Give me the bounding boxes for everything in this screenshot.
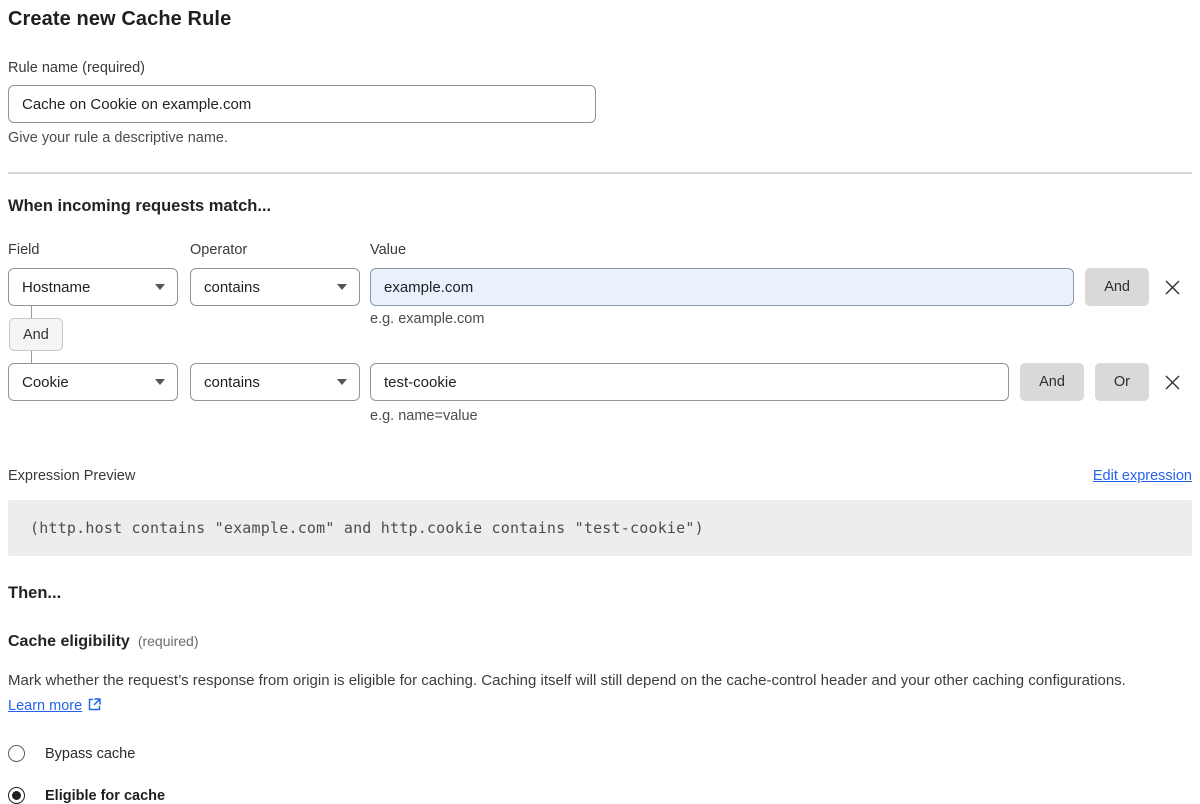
operator-select-1[interactable]: contains	[190, 268, 360, 306]
field-select-2[interactable]: Cookie	[8, 363, 178, 401]
expression-preview-label: Expression Preview	[8, 468, 135, 484]
field-column-label: Field	[8, 242, 190, 258]
value-column-label: Value	[370, 242, 406, 258]
radio-unselected-icon	[8, 745, 25, 762]
remove-row-2-button[interactable]	[1152, 363, 1192, 401]
chevron-down-icon	[155, 284, 165, 290]
chevron-down-icon	[155, 379, 165, 385]
rule-name-input[interactable]	[8, 85, 596, 123]
close-icon	[1164, 374, 1181, 391]
and-button-row-2[interactable]: And	[1020, 363, 1084, 401]
operator-select-2[interactable]: contains	[190, 363, 360, 401]
or-button-row-2[interactable]: Or	[1095, 363, 1149, 401]
cache-eligibility-description: Mark whether the request’s response from…	[8, 668, 1166, 720]
field-select-2-value: Cookie	[22, 374, 69, 391]
chevron-down-icon	[337, 379, 347, 385]
and-button-row-1[interactable]: And	[1085, 268, 1149, 306]
external-link-icon	[87, 695, 102, 720]
radio-option-bypass-cache[interactable]: Bypass cache	[8, 745, 1192, 762]
value-input-2[interactable]	[370, 363, 1009, 401]
required-note: (required)	[138, 633, 199, 649]
section-divider	[8, 172, 1192, 174]
match-row-1: Hostname contains And	[8, 268, 1192, 306]
operator-select-1-value: contains	[204, 279, 260, 296]
remove-row-1-button[interactable]	[1152, 268, 1192, 306]
value-hint-2: e.g. name=value	[370, 408, 1192, 424]
connector-and-button[interactable]: And	[9, 318, 63, 351]
row-connector-area: And e.g. example.com	[8, 306, 1192, 363]
expression-code-block: (http.host contains "example.com" and ht…	[8, 500, 1192, 556]
cache-eligibility-heading: Cache eligibility	[8, 633, 130, 651]
page-title: Create new Cache Rule	[8, 8, 1192, 31]
learn-more-link[interactable]: Learn more	[8, 698, 82, 714]
then-heading: Then...	[8, 584, 1192, 603]
expression-header: Expression Preview Edit expression	[8, 468, 1192, 484]
operator-column-label: Operator	[190, 242, 370, 258]
radio-option-eligible-for-cache[interactable]: Eligible for cache	[8, 787, 1192, 804]
value-input-1[interactable]	[370, 268, 1074, 306]
operator-select-2-value: contains	[204, 374, 260, 391]
radio-label: Eligible for cache	[45, 788, 165, 804]
rule-name-helper: Give your rule a descriptive name.	[8, 130, 1192, 146]
radio-selected-icon	[8, 787, 25, 804]
radio-label: Bypass cache	[45, 746, 135, 762]
match-column-labels: Field Operator Value	[8, 242, 1192, 258]
match-row-2: Cookie contains And Or	[8, 363, 1192, 401]
match-section-heading: When incoming requests match...	[8, 197, 1192, 216]
edit-expression-link[interactable]: Edit expression	[1093, 468, 1192, 484]
description-text: Mark whether the request’s response from…	[8, 672, 1126, 689]
field-select-1[interactable]: Hostname	[8, 268, 178, 306]
cache-eligibility-heading-row: Cache eligibility (required)	[8, 633, 1192, 651]
value-hint-1: e.g. example.com	[370, 311, 484, 327]
field-select-1-value: Hostname	[22, 279, 90, 296]
cache-eligibility-options: Bypass cache Eligible for cache	[8, 745, 1192, 804]
close-icon	[1164, 279, 1181, 296]
chevron-down-icon	[337, 284, 347, 290]
rule-name-label: Rule name (required)	[8, 60, 1192, 76]
